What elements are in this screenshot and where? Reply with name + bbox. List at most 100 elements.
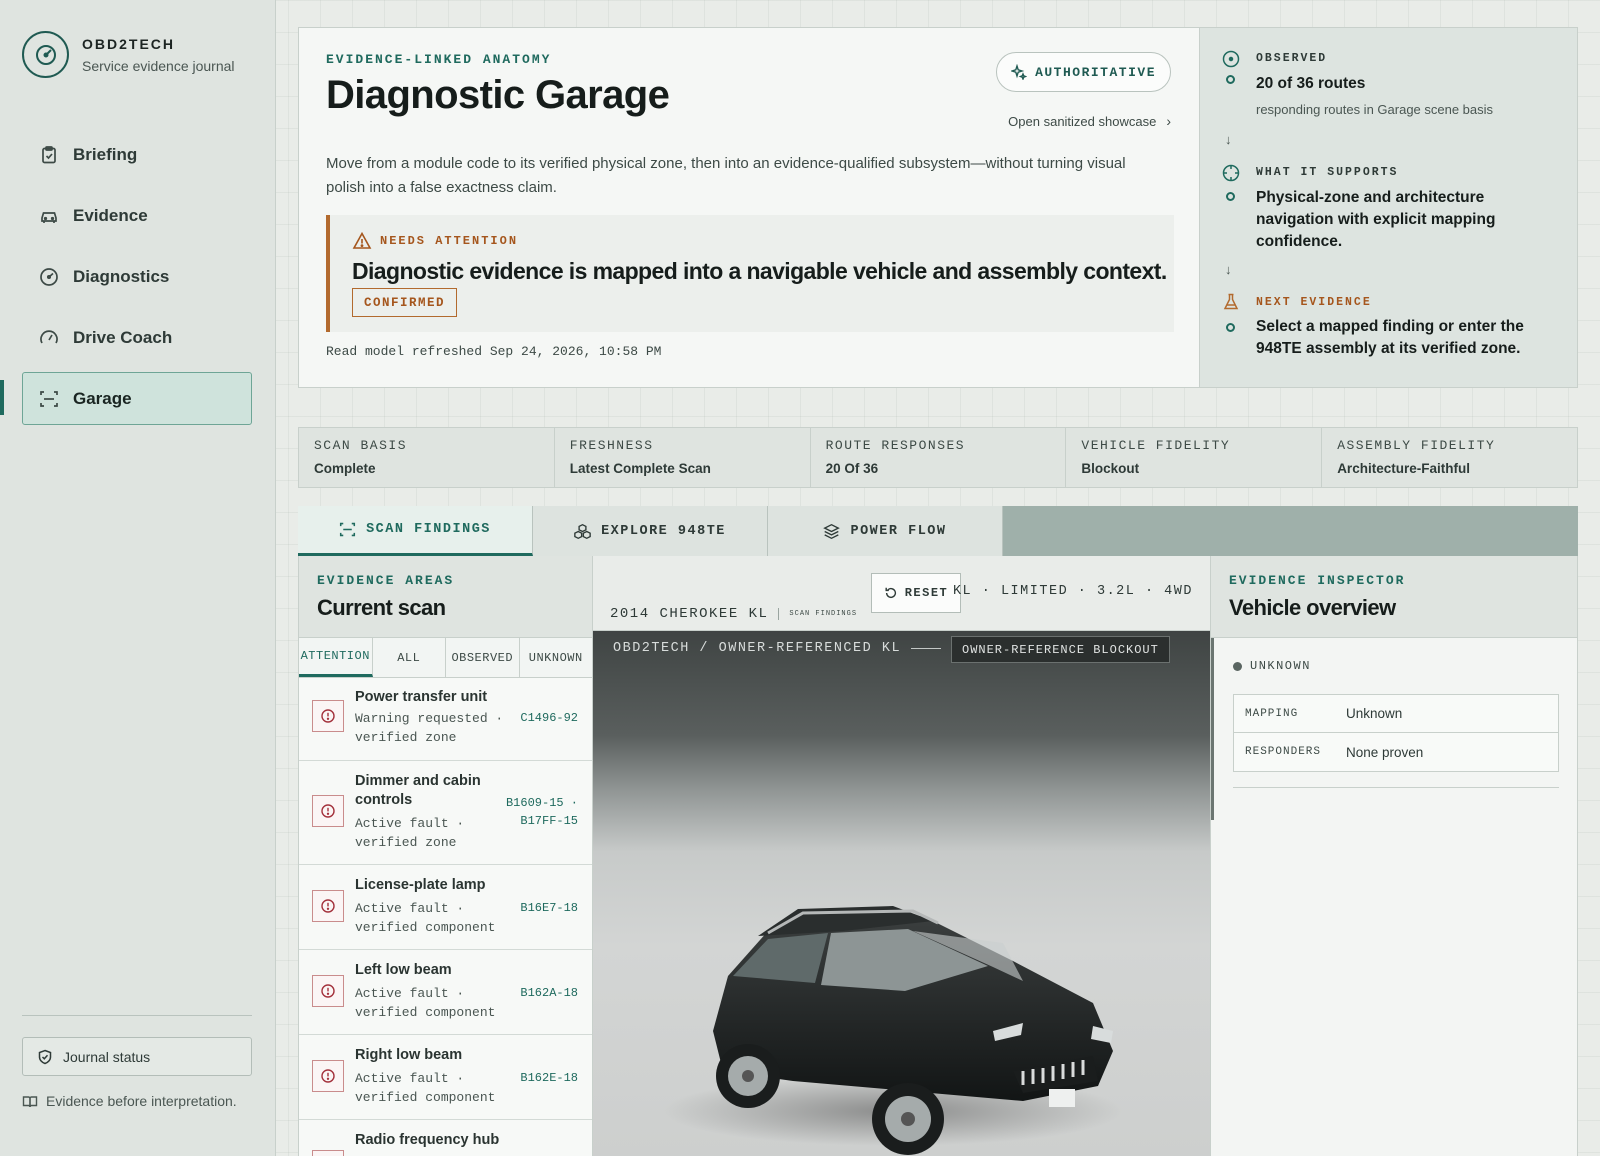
clipboard-icon	[39, 145, 59, 165]
authoritative-label: AUTHORITATIVE	[1035, 64, 1156, 80]
stat-assembly-fidelity: ASSEMBLY FIDELITY Architecture-Faithful	[1322, 428, 1577, 487]
stat-label: SCAN BASIS	[314, 438, 408, 453]
attention-label: NEEDS ATTENTION	[380, 234, 519, 248]
finding-description: Active fault · verified component	[355, 901, 496, 935]
supports-label: WHAT IT SUPPORTS	[1256, 166, 1399, 179]
finding-title: Power transfer unit	[355, 689, 488, 705]
stats-strip: SCAN BASIS Complete FRESHNESS Latest Com…	[298, 427, 1578, 488]
reset-label: RESET	[904, 586, 949, 600]
tab-explore-948te[interactable]: EXPLORE 948TE	[533, 506, 768, 556]
journal-status-button[interactable]: Journal status	[22, 1037, 252, 1076]
filter-unknown[interactable]: UNKNOWN	[520, 638, 593, 677]
scene-label-text: OBD2TECH / OWNER-REFERENCED KL	[613, 641, 902, 656]
stat-value: Architecture-Faithful	[1337, 461, 1470, 476]
filter-observed[interactable]: OBSERVED	[446, 638, 520, 677]
stat-vehicle-fidelity: VEHICLE FIDELITY Blockout	[1066, 428, 1323, 487]
viewer-scene[interactable]: OBD2TECH / OWNER-REFERENCED KL	[593, 631, 1210, 1156]
finding-description: Active fault · verified component	[355, 986, 496, 1020]
nav-item-garage[interactable]: Garage	[22, 372, 252, 425]
evidence-inspector: EVIDENCE INSPECTOR Vehicle overview UNKN…	[1210, 556, 1578, 1156]
viewer-header: RESET KL · LIMITED · 3.2L · 4WD 2014 CHE…	[593, 556, 1210, 631]
finding-title: License-plate lamp	[355, 877, 486, 893]
finding-row[interactable]: Radio frequency hub	[299, 1120, 592, 1156]
inspector-row-responders: RESPONDERS None proven	[1234, 733, 1558, 771]
next-evidence-label: NEXT EVIDENCE	[1256, 296, 1372, 309]
timeline-dot	[1226, 192, 1235, 201]
next-evidence-value: Select a mapped finding or enter the 948…	[1256, 318, 1524, 357]
finding-row[interactable]: Power transfer unit Warning requested · …	[299, 678, 592, 761]
tab-scan-findings[interactable]: SCAN FINDINGS	[298, 506, 533, 556]
evidence-areas-header: EVIDENCE AREAS Current scan	[299, 556, 592, 638]
stat-freshness: FRESHNESS Latest Complete Scan	[555, 428, 811, 487]
inspector-divider	[1233, 787, 1559, 788]
inspector-header: EVIDENCE INSPECTOR Vehicle overview	[1211, 556, 1577, 638]
brand-logo-icon	[22, 31, 69, 78]
finding-code: C1496-92	[520, 711, 578, 725]
separator	[778, 608, 780, 620]
flask-icon	[1222, 293, 1240, 311]
stat-label: VEHICLE FIDELITY	[1081, 438, 1231, 453]
inspector-state: UNKNOWN	[1233, 659, 1311, 673]
stat-route-responses: ROUTE RESPONSES 20 Of 36	[811, 428, 1067, 487]
inspector-state-label: UNKNOWN	[1250, 659, 1311, 673]
finding-row[interactable]: Right low beam Active fault · verified c…	[299, 1035, 592, 1120]
finding-code: B162A-18	[520, 986, 578, 1000]
scrollbar[interactable]	[1211, 638, 1214, 820]
attention-title: Diagnostic evidence is mapped into a nav…	[352, 258, 1167, 284]
supports-value: Physical-zone and architecture navigatio…	[1256, 189, 1496, 250]
model-name: 2014 CHEROKEE KL SCAN FINDINGS	[610, 606, 857, 622]
attention-tag: NEEDS ATTENTION	[352, 231, 518, 251]
nav-item-label: Drive Coach	[73, 327, 173, 347]
observed-label: OBSERVED	[1256, 52, 1328, 65]
vehicle-model[interactable]	[593, 631, 1210, 1156]
layers-icon	[823, 523, 841, 540]
stat-value: Latest Complete Scan	[569, 461, 711, 476]
nav-item-diagnostics[interactable]: Diagnostics	[22, 250, 252, 303]
status-dot	[1233, 661, 1242, 671]
finding-row[interactable]: Left low beam Active fault · verified co…	[299, 950, 592, 1035]
sidebar-divider	[22, 1015, 252, 1016]
authoritative-badge[interactable]: AUTHORITATIVE	[996, 52, 1171, 92]
inspector-table: MAPPING Unknown RESPONDERS None proven	[1233, 694, 1559, 772]
observed-value: 20 of 36 routes	[1256, 75, 1366, 92]
filter-attention[interactable]: ATTENTION	[299, 638, 373, 677]
active-nav-marker	[0, 380, 4, 415]
nav-item-label: Diagnostics	[73, 266, 170, 286]
open-showcase-link[interactable]: Open sanitized showcase ›	[1008, 113, 1171, 129]
sidebar: OBD2TECH Service evidence journal Briefi…	[0, 0, 276, 1156]
areas-eyebrow: EVIDENCE AREAS	[317, 573, 455, 588]
nav-item-evidence[interactable]: Evidence	[22, 189, 252, 242]
nav-item-briefing[interactable]: Briefing	[22, 128, 252, 181]
journal-status-label: Journal status	[63, 1048, 151, 1065]
tab-label: SCAN FINDINGS	[366, 522, 491, 537]
nav-item-label: Garage	[73, 388, 132, 408]
model-spec: KL · LIMITED · 3.2L · 4WD	[952, 584, 1193, 599]
blockout-badge: OWNER-REFERENCE BLOCKOUT	[951, 636, 1170, 663]
filter-all[interactable]: ALL	[373, 638, 446, 677]
sidebar-note: Evidence before interpretation.	[22, 1091, 252, 1112]
nav-item-label: Briefing	[73, 144, 138, 164]
evidence-areas-panel: EVIDENCE AREAS Current scan ATTENTION AL…	[298, 556, 593, 1156]
hero-card: EVIDENCE-LINKED ANATOMY Diagnostic Garag…	[298, 27, 1200, 388]
stat-label: ASSEMBLY FIDELITY	[1337, 438, 1496, 453]
reset-button[interactable]: RESET	[871, 573, 961, 613]
areas-title: Current scan	[317, 595, 446, 620]
arrow-down-icon: ↓	[1225, 262, 1232, 277]
leader-line	[911, 648, 942, 649]
nav-item-drive-coach[interactable]: Drive Coach	[22, 311, 252, 364]
finding-description: Active fault · verified component	[355, 1071, 496, 1105]
sparkle-icon	[1011, 64, 1028, 80]
shield-check-icon	[37, 1049, 53, 1065]
alert-circle-icon	[312, 975, 344, 1007]
book-icon	[22, 1094, 38, 1110]
brand[interactable]: OBD2TECH Service evidence journal	[22, 31, 235, 78]
hero-eyebrow: EVIDENCE-LINKED ANATOMY	[326, 52, 552, 67]
stat-value: Blockout	[1081, 461, 1140, 476]
stat-value: Complete	[314, 461, 376, 476]
finding-row[interactable]: License-plate lamp Active fault · verifi…	[299, 865, 592, 950]
tab-power-flow[interactable]: POWER FLOW	[768, 506, 1003, 556]
scan-icon	[39, 389, 59, 409]
alert-circle-icon	[312, 700, 344, 732]
stat-label: ROUTE RESPONSES	[825, 438, 966, 453]
finding-row[interactable]: Dimmer and cabin controls Active fault ·…	[299, 761, 592, 865]
